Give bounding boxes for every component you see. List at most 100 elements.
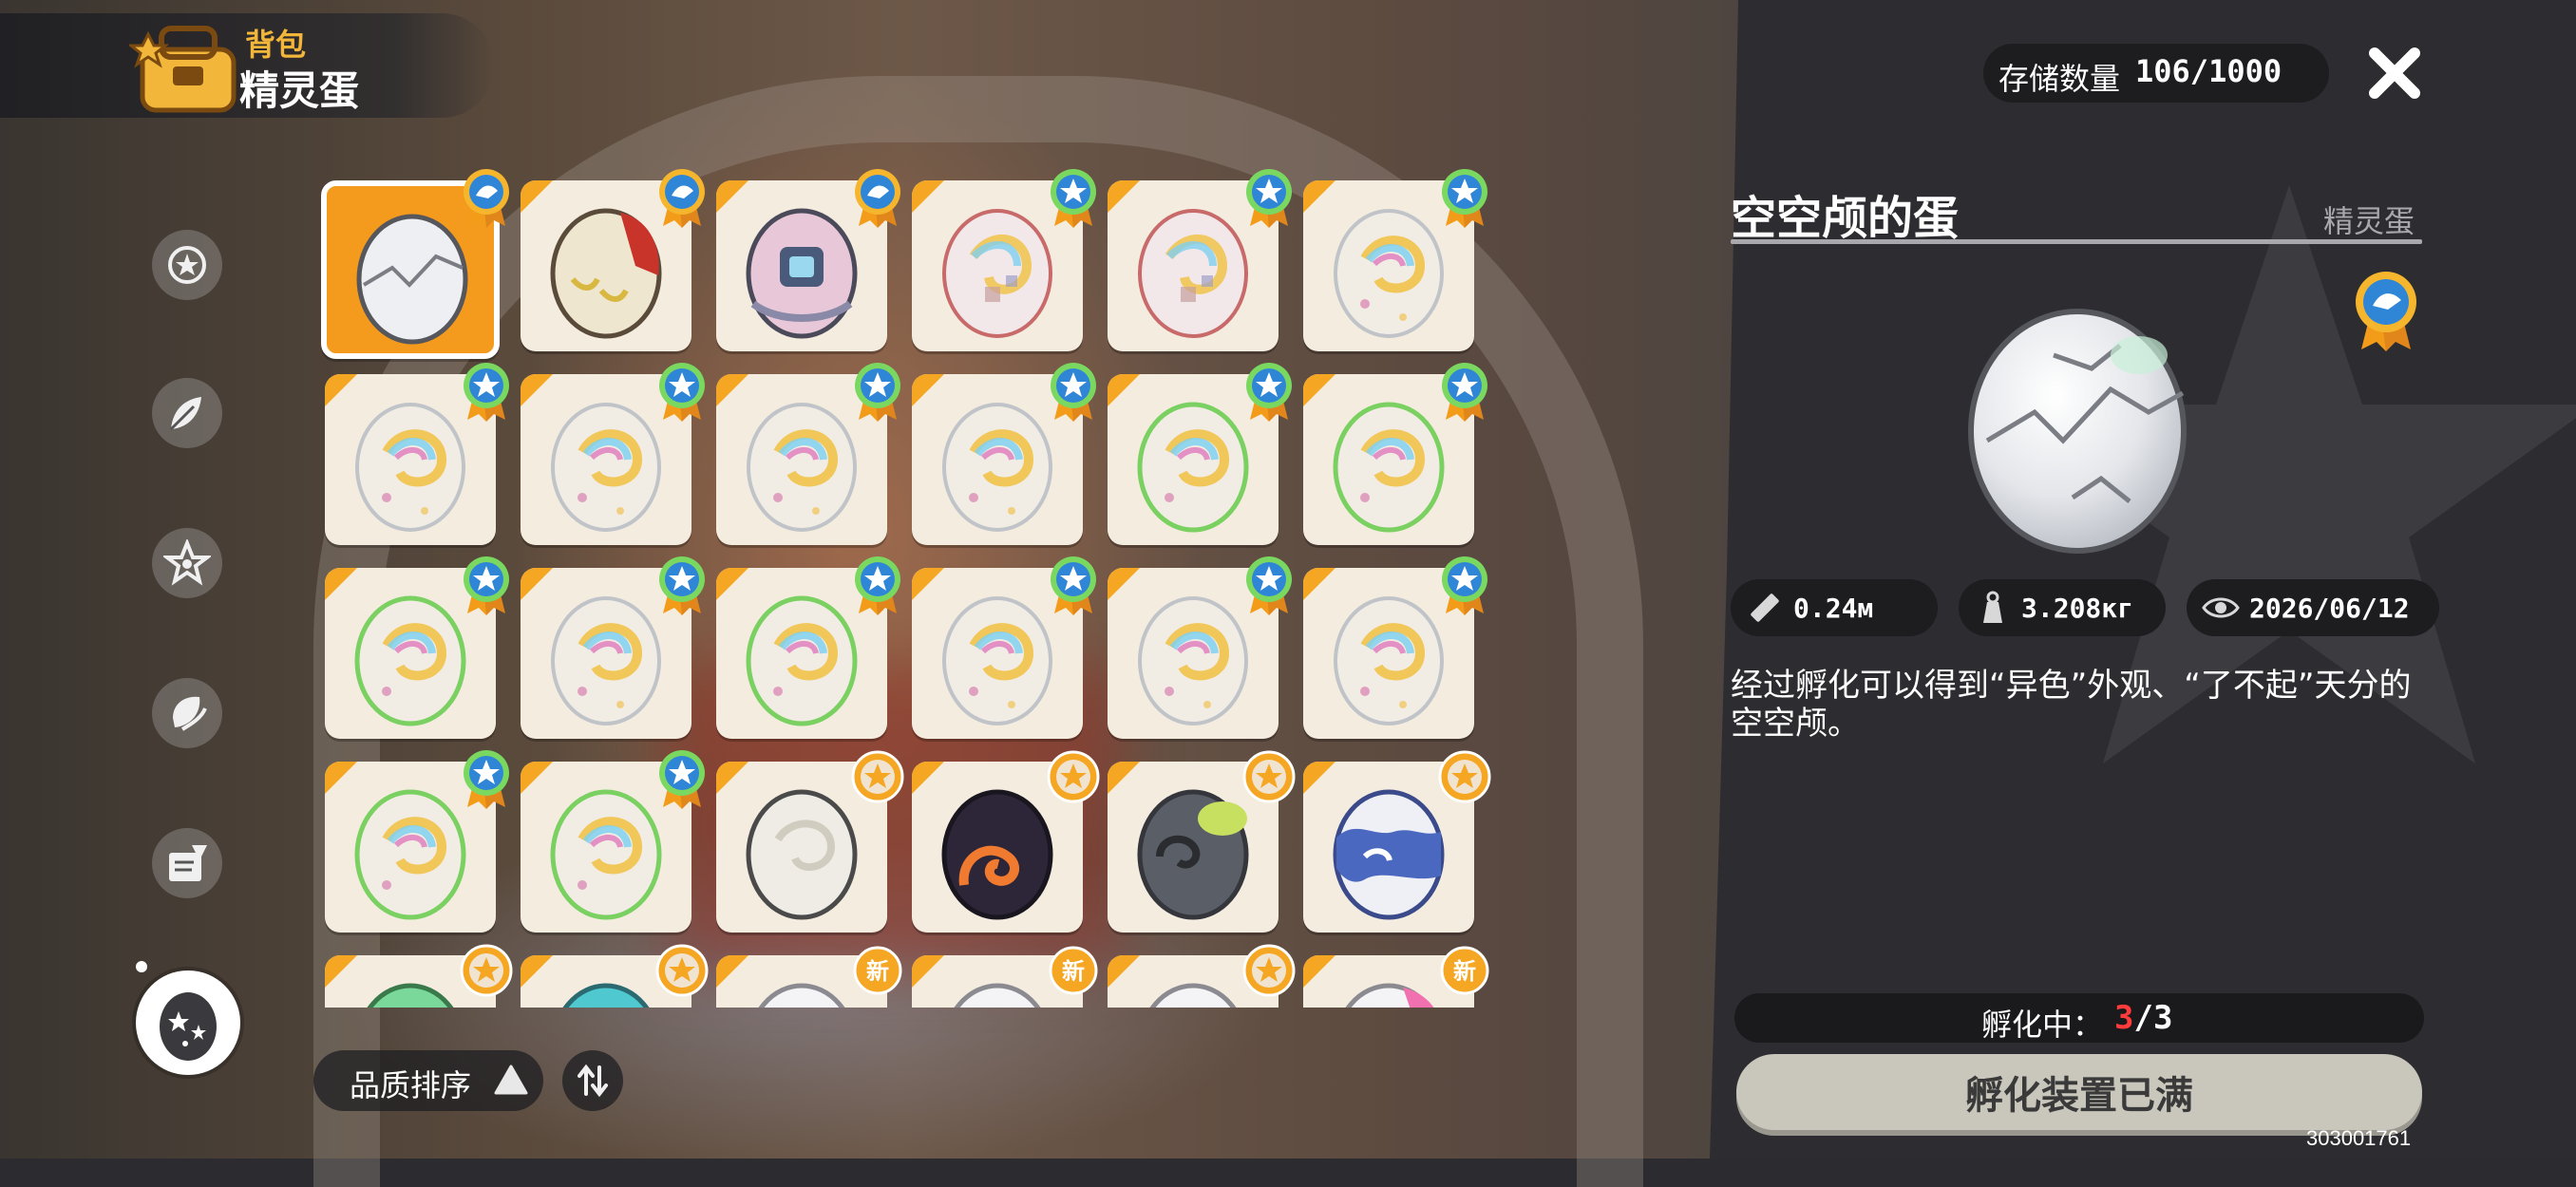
blue-star-badge-icon [1442, 169, 1487, 228]
blue-star-badge-icon [464, 363, 509, 422]
orange-star-badge-icon [851, 750, 904, 803]
title-divider [1731, 239, 2422, 244]
egg-image [1138, 596, 1248, 725]
new-badge-label: 新 [866, 958, 889, 985]
selected-egg-image [1968, 309, 2187, 554]
blue-ribbon-badge-icon [464, 169, 509, 228]
blue-star-badge-icon [1051, 556, 1096, 615]
egg-image [746, 208, 858, 339]
egg-image [1333, 402, 1445, 533]
stat-date-value: 2026/06/12 [2249, 592, 2410, 624]
blue-star-badge-icon [1246, 363, 1292, 422]
leaf-icon [169, 397, 201, 431]
storage-value: 106/1000 [2135, 53, 2282, 89]
blue-star-badge-icon [855, 556, 900, 615]
storage-label: 存储数量 [1998, 61, 2121, 97]
orange-star-badge-icon [1438, 750, 1491, 803]
blue-star-badge-icon [1442, 363, 1487, 422]
stat-height: 0.24м [1731, 579, 1938, 636]
egg-image [1334, 596, 1444, 725]
orange-star-badge-icon [1047, 750, 1100, 803]
egg-image [1137, 402, 1249, 533]
egg-image [562, 983, 650, 1008]
egg-image [551, 403, 661, 532]
blue-ribbon-badge-icon [2356, 272, 2416, 351]
sidebar-item-badges[interactable] [152, 230, 222, 300]
player-uid: 303001761 [2306, 1126, 2412, 1150]
sidebar-item-plants[interactable] [152, 378, 222, 448]
egg-image [1138, 209, 1248, 338]
blue-star-badge-icon [1246, 169, 1292, 228]
sidebar-item-items[interactable] [152, 678, 222, 748]
item-description: 经过孵化可以得到“异色”外观、“了不起”天分的空空颅。 [1731, 667, 2412, 743]
egg-image [550, 789, 662, 920]
sparkle-star-icon [163, 539, 211, 586]
sidebar-item-skills[interactable] [152, 528, 222, 598]
blue-star-badge-icon [659, 363, 705, 422]
scroll-quill-icon [169, 845, 207, 881]
stat-date: 2026/06/12 [2187, 579, 2439, 636]
new-badge-icon: 新 [1049, 946, 1098, 995]
sidebar-item-records[interactable] [152, 828, 222, 898]
item-category: 精灵蛋 [2323, 203, 2415, 239]
sidebar-active-dot [136, 961, 147, 972]
blue-star-badge-icon [464, 556, 509, 615]
page-title: 精灵蛋 [239, 67, 360, 114]
blue-star-badge-icon [659, 750, 705, 809]
egg-image [1149, 983, 1237, 1008]
stat-weight-value: 3.208кг [2021, 592, 2134, 624]
egg-image [551, 596, 661, 725]
egg-image [747, 403, 857, 532]
blue-star-badge-icon [659, 556, 705, 615]
egg-image [1334, 209, 1444, 338]
stat-height-value: 0.24м [1793, 592, 1874, 624]
egg-image [954, 983, 1041, 1008]
blue-star-badge-icon [464, 750, 509, 809]
egg-image [1333, 789, 1445, 920]
blue-star-badge-icon [1051, 363, 1096, 422]
hatching-label: 孵化中： [1981, 1007, 2104, 1043]
blue-ribbon-badge-icon [855, 169, 900, 228]
egg-image [942, 403, 1052, 532]
sidebar-item-eggs[interactable] [136, 970, 240, 1075]
egg-image [1345, 983, 1434, 1008]
orange-star-badge-icon [1242, 750, 1296, 803]
egg-image [354, 789, 466, 920]
hatching-count: 3/3 [2114, 999, 2172, 1037]
egg-image [758, 983, 845, 1008]
egg-image [746, 789, 858, 920]
star-badge-icon [168, 246, 206, 284]
hatching-current: 3 [2114, 999, 2134, 1037]
backpack-icon [129, 26, 237, 113]
close-icon[interactable] [2361, 40, 2428, 106]
egg-image [942, 209, 1052, 338]
new-badge-label: 新 [1453, 958, 1476, 985]
orange-star-badge-icon [460, 944, 513, 997]
egg-image [355, 403, 465, 532]
eye-icon [2202, 597, 2240, 618]
blue-star-badge-icon [1246, 556, 1292, 615]
blue-star-badge-icon [1442, 556, 1487, 615]
sort-label: 品质排序 [350, 1067, 472, 1103]
petal-icon [173, 696, 207, 731]
blue-star-badge-icon [855, 363, 900, 422]
orange-star-badge-icon [655, 944, 709, 997]
item-name: 空空颅的蛋 [1731, 192, 1960, 245]
egg-image [367, 983, 454, 1008]
egg-image [1137, 789, 1249, 920]
blue-star-badge-icon [1051, 169, 1096, 228]
egg-image [746, 595, 858, 726]
swap-vertical-icon [578, 1064, 608, 1098]
blue-ribbon-badge-icon [659, 169, 705, 228]
orange-star-badge-icon [1242, 944, 1296, 997]
weight-icon [1983, 591, 2002, 623]
hatching-total: /3 [2133, 999, 2173, 1037]
triangle-up-icon[interactable] [494, 1064, 528, 1096]
egg-image [941, 789, 1053, 920]
new-badge-label: 新 [1062, 958, 1085, 985]
egg-image [550, 208, 662, 339]
ruler-icon [1751, 594, 1779, 622]
sort-order-button[interactable] [562, 1050, 623, 1111]
hatch-full-button[interactable]: 孵化装置已满 [1736, 1054, 2422, 1130]
egg-image [942, 596, 1052, 725]
